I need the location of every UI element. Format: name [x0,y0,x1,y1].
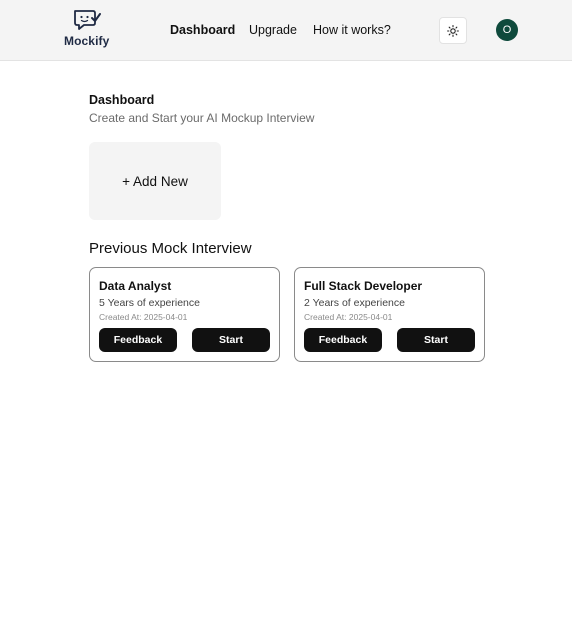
interview-card: Full Stack Developer 2 Years of experien… [294,267,485,362]
nav-link-dashboard[interactable]: Dashboard [170,23,235,37]
user-avatar[interactable]: O [496,19,518,41]
add-new-interview-button[interactable]: + Add New [89,142,221,220]
sun-icon [447,24,459,37]
feedback-button[interactable]: Feedback [304,328,382,352]
brand-logo[interactable]: Mockify [62,9,114,49]
interview-role: Full Stack Developer [304,279,423,293]
nav-link-how-it-works[interactable]: How it works? [313,23,391,37]
top-navbar: Mockify Dashboard Upgrade How it works? … [0,0,572,61]
nav-link-upgrade[interactable]: Upgrade [249,23,297,37]
feedback-button[interactable]: Feedback [99,328,177,352]
theme-toggle-button[interactable] [439,17,467,44]
previous-interviews-heading: Previous Mock Interview [89,240,252,257]
interview-created-date: Created At: 2025-04-01 [99,312,188,322]
page-subtitle: Create and Start your AI Mockup Intervie… [89,111,315,125]
add-new-label: + Add New [122,173,188,189]
interview-card: Data Analyst 5 Years of experience Creat… [89,267,280,362]
interview-created-date: Created At: 2025-04-01 [304,312,393,322]
start-button[interactable]: Start [397,328,475,352]
interview-experience: 2 Years of experience [304,297,405,309]
interview-experience: 5 Years of experience [99,297,200,309]
interview-role: Data Analyst [99,279,172,293]
chat-check-logo-icon [74,10,101,30]
page-title: Dashboard [89,93,155,107]
start-button[interactable]: Start [192,328,270,352]
brand-name: Mockify [64,34,110,48]
